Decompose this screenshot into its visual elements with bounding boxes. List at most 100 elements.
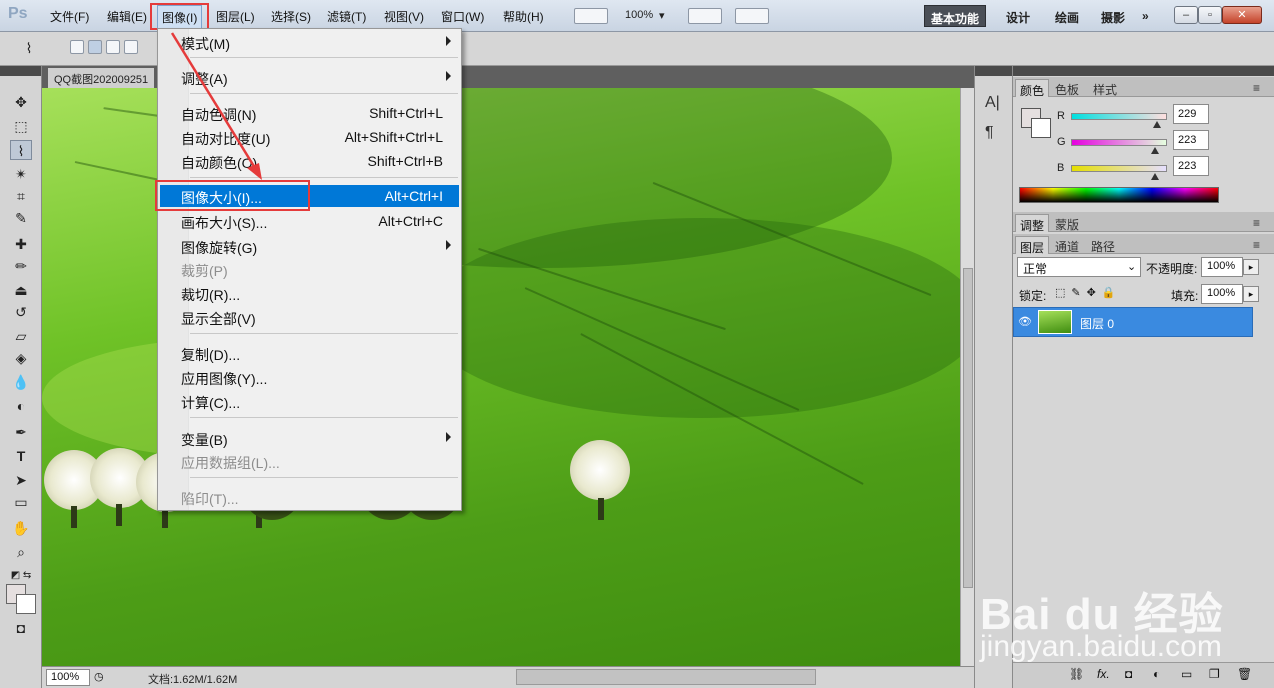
menu-edit[interactable]: 编辑(E) bbox=[107, 8, 147, 25]
workspace-essentials[interactable]: 基本功能 bbox=[924, 5, 987, 27]
scroll-thumb[interactable] bbox=[963, 268, 973, 588]
menu-help[interactable]: 帮助(H) bbox=[503, 8, 544, 25]
maximize-icon[interactable]: ▫ bbox=[1198, 6, 1222, 24]
menu-file[interactable]: 文件(F) bbox=[50, 8, 89, 25]
fill-input[interactable]: 100% bbox=[1201, 284, 1243, 304]
minimize-icon[interactable]: – bbox=[1174, 6, 1198, 24]
channel-r-slider[interactable] bbox=[1071, 113, 1167, 120]
zoom-input[interactable]: 100% bbox=[46, 669, 90, 686]
channel-g-slider[interactable] bbox=[1071, 139, 1167, 146]
hand-tool-icon[interactable]: ✋ bbox=[10, 518, 32, 538]
channel-b-value[interactable]: 223 bbox=[1173, 156, 1209, 176]
menu-filter[interactable]: 滤镜(T) bbox=[327, 8, 366, 25]
menu-item-variables[interactable]: 变量(B) bbox=[160, 427, 459, 449]
subtract-selection-icon[interactable] bbox=[106, 40, 120, 54]
menu-item-image-size[interactable]: 图像大小(I)... Alt+Ctrl+I bbox=[160, 185, 459, 207]
zoom-tool-icon[interactable]: ⌕ bbox=[10, 542, 32, 562]
menu-layer[interactable]: 图层(L) bbox=[216, 8, 255, 25]
group-icon[interactable]: ▭ bbox=[1181, 667, 1192, 681]
background-color-swatch[interactable] bbox=[16, 594, 36, 614]
menu-item-mode[interactable]: 模式(M) bbox=[160, 31, 459, 53]
menu-item-apply-image[interactable]: 应用图像(Y)... bbox=[160, 366, 459, 388]
menu-image[interactable]: 图像(I) bbox=[157, 5, 203, 30]
blur-tool-icon[interactable]: 💧 bbox=[10, 372, 32, 392]
tab-masks[interactable]: 蒙版 bbox=[1051, 214, 1083, 232]
fill-slider-button[interactable]: ▸ bbox=[1243, 286, 1259, 302]
new-selection-icon[interactable] bbox=[70, 40, 84, 54]
eye-icon[interactable]: 👁 bbox=[1018, 315, 1032, 328]
channel-b-knob[interactable] bbox=[1151, 173, 1159, 180]
menu-view[interactable]: 视图(V) bbox=[384, 8, 424, 25]
intersect-selection-icon[interactable] bbox=[124, 40, 138, 54]
layer-row[interactable]: 👁 图层 0 bbox=[1013, 307, 1253, 337]
pen-tool-icon[interactable]: ✒ bbox=[10, 422, 32, 442]
menu-item-auto-contrast[interactable]: 自动对比度(U) Alt+Shift+Ctrl+L bbox=[160, 126, 459, 148]
menu-item-calculations[interactable]: 计算(C)... bbox=[160, 390, 459, 412]
healing-brush-tool-icon[interactable]: ✚ bbox=[10, 234, 32, 254]
tab-channels[interactable]: 通道 bbox=[1051, 236, 1083, 254]
marquee-tool-icon[interactable]: ⬚ bbox=[10, 116, 32, 136]
link-icon[interactable]: ⛓ bbox=[1069, 667, 1084, 681]
blend-mode-select[interactable]: 正常 bbox=[1017, 257, 1141, 277]
tab-styles[interactable]: 样式 bbox=[1089, 79, 1121, 97]
layer-name[interactable]: 图层 0 bbox=[1080, 315, 1114, 332]
menu-item-adjustments[interactable]: 调整(A) bbox=[160, 66, 459, 88]
arrange-documents-button[interactable] bbox=[688, 8, 722, 24]
panel-menu-icon[interactable]: ≡ bbox=[1249, 214, 1264, 232]
more-workspaces-icon[interactable]: » bbox=[1136, 5, 1155, 27]
quick-mask-icon[interactable]: ◘ bbox=[10, 618, 32, 638]
character-panel-icon[interactable]: A| bbox=[985, 94, 1000, 112]
document-tab[interactable]: QQ截图202009251 bbox=[48, 68, 155, 88]
crop-tool-icon[interactable]: ⌗ bbox=[10, 186, 32, 206]
workspace-design[interactable]: 设计 bbox=[1000, 5, 1036, 27]
background-color-swatch[interactable] bbox=[1031, 118, 1051, 138]
tab-paths[interactable]: 路径 bbox=[1087, 236, 1119, 254]
channel-g-value[interactable]: 223 bbox=[1173, 130, 1209, 150]
menu-select[interactable]: 选择(S) bbox=[271, 8, 311, 25]
status-icon[interactable]: ◷ bbox=[94, 670, 104, 683]
paint-bucket-tool-icon[interactable]: ◈ bbox=[10, 348, 32, 368]
lasso-tool-icon[interactable]: ⌇ bbox=[10, 140, 32, 160]
workspace-painting[interactable]: 绘画 bbox=[1049, 5, 1085, 27]
menu-item-canvas-size[interactable]: 画布大小(S)... Alt+Ctrl+C bbox=[160, 210, 459, 232]
color-spectrum[interactable] bbox=[1019, 187, 1219, 203]
menu-item-duplicate[interactable]: 复制(D)... bbox=[160, 342, 459, 364]
mask-icon[interactable]: ◘ bbox=[1125, 667, 1132, 681]
menu-item-image-rotation[interactable]: 图像旋转(G) bbox=[160, 235, 459, 257]
menu-item-trim[interactable]: 裁切(R)... bbox=[160, 282, 459, 304]
lock-icons[interactable]: ⬚✎✥🔒 bbox=[1055, 286, 1122, 299]
magic-wand-tool-icon[interactable]: ✴ bbox=[10, 164, 32, 184]
document-size-info[interactable]: 文档:1.62M/1.62M bbox=[148, 671, 237, 687]
tab-adjustments[interactable]: 调整 bbox=[1015, 214, 1050, 233]
menu-window[interactable]: 窗口(W) bbox=[441, 8, 484, 25]
brush-tool-icon[interactable]: ✏ bbox=[10, 256, 32, 276]
close-icon[interactable]: ✕ bbox=[1222, 6, 1262, 24]
vertical-scrollbar[interactable] bbox=[960, 88, 974, 666]
new-layer-icon[interactable]: ❐ bbox=[1209, 667, 1220, 681]
tab-layers[interactable]: 图层 bbox=[1015, 236, 1050, 255]
rectangle-tool-icon[interactable]: ▭ bbox=[10, 492, 32, 512]
polygonal-lasso-icon[interactable]: ⌇ bbox=[18, 38, 40, 58]
trash-icon[interactable]: 🗑 bbox=[1237, 667, 1252, 681]
type-tool-icon[interactable]: T bbox=[10, 446, 32, 466]
opacity-input[interactable]: 100% bbox=[1201, 257, 1243, 277]
channel-r-value[interactable]: 229 bbox=[1173, 104, 1209, 124]
adjustment-icon[interactable]: ◐ bbox=[1153, 667, 1160, 681]
paragraph-panel-icon[interactable]: ¶ bbox=[985, 124, 994, 142]
zoom-level[interactable]: 100% bbox=[625, 9, 653, 21]
dodge-tool-icon[interactable]: ◐ bbox=[10, 396, 32, 416]
horizontal-scrollbar[interactable] bbox=[516, 669, 816, 685]
menu-item-auto-color[interactable]: 自动颜色(O) Shift+Ctrl+B bbox=[160, 150, 459, 172]
add-to-selection-icon[interactable] bbox=[88, 40, 102, 54]
history-brush-tool-icon[interactable]: ↺ bbox=[10, 302, 32, 322]
eyedropper-tool-icon[interactable]: ✎ bbox=[10, 208, 32, 228]
path-selection-tool-icon[interactable]: ➤ bbox=[10, 470, 32, 490]
tab-color[interactable]: 颜色 bbox=[1015, 79, 1050, 98]
tab-swatches[interactable]: 色板 bbox=[1051, 79, 1083, 97]
screen-mode-button[interactable] bbox=[574, 8, 608, 24]
channel-g-knob[interactable] bbox=[1151, 147, 1159, 154]
default-colors-icon[interactable]: ◩ ⇆ bbox=[10, 566, 32, 586]
move-tool-icon[interactable]: ✥ bbox=[10, 92, 32, 112]
menu-item-reveal-all[interactable]: 显示全部(V) bbox=[160, 306, 459, 328]
menu-item-auto-tone[interactable]: 自动色调(N) Shift+Ctrl+L bbox=[160, 102, 459, 124]
